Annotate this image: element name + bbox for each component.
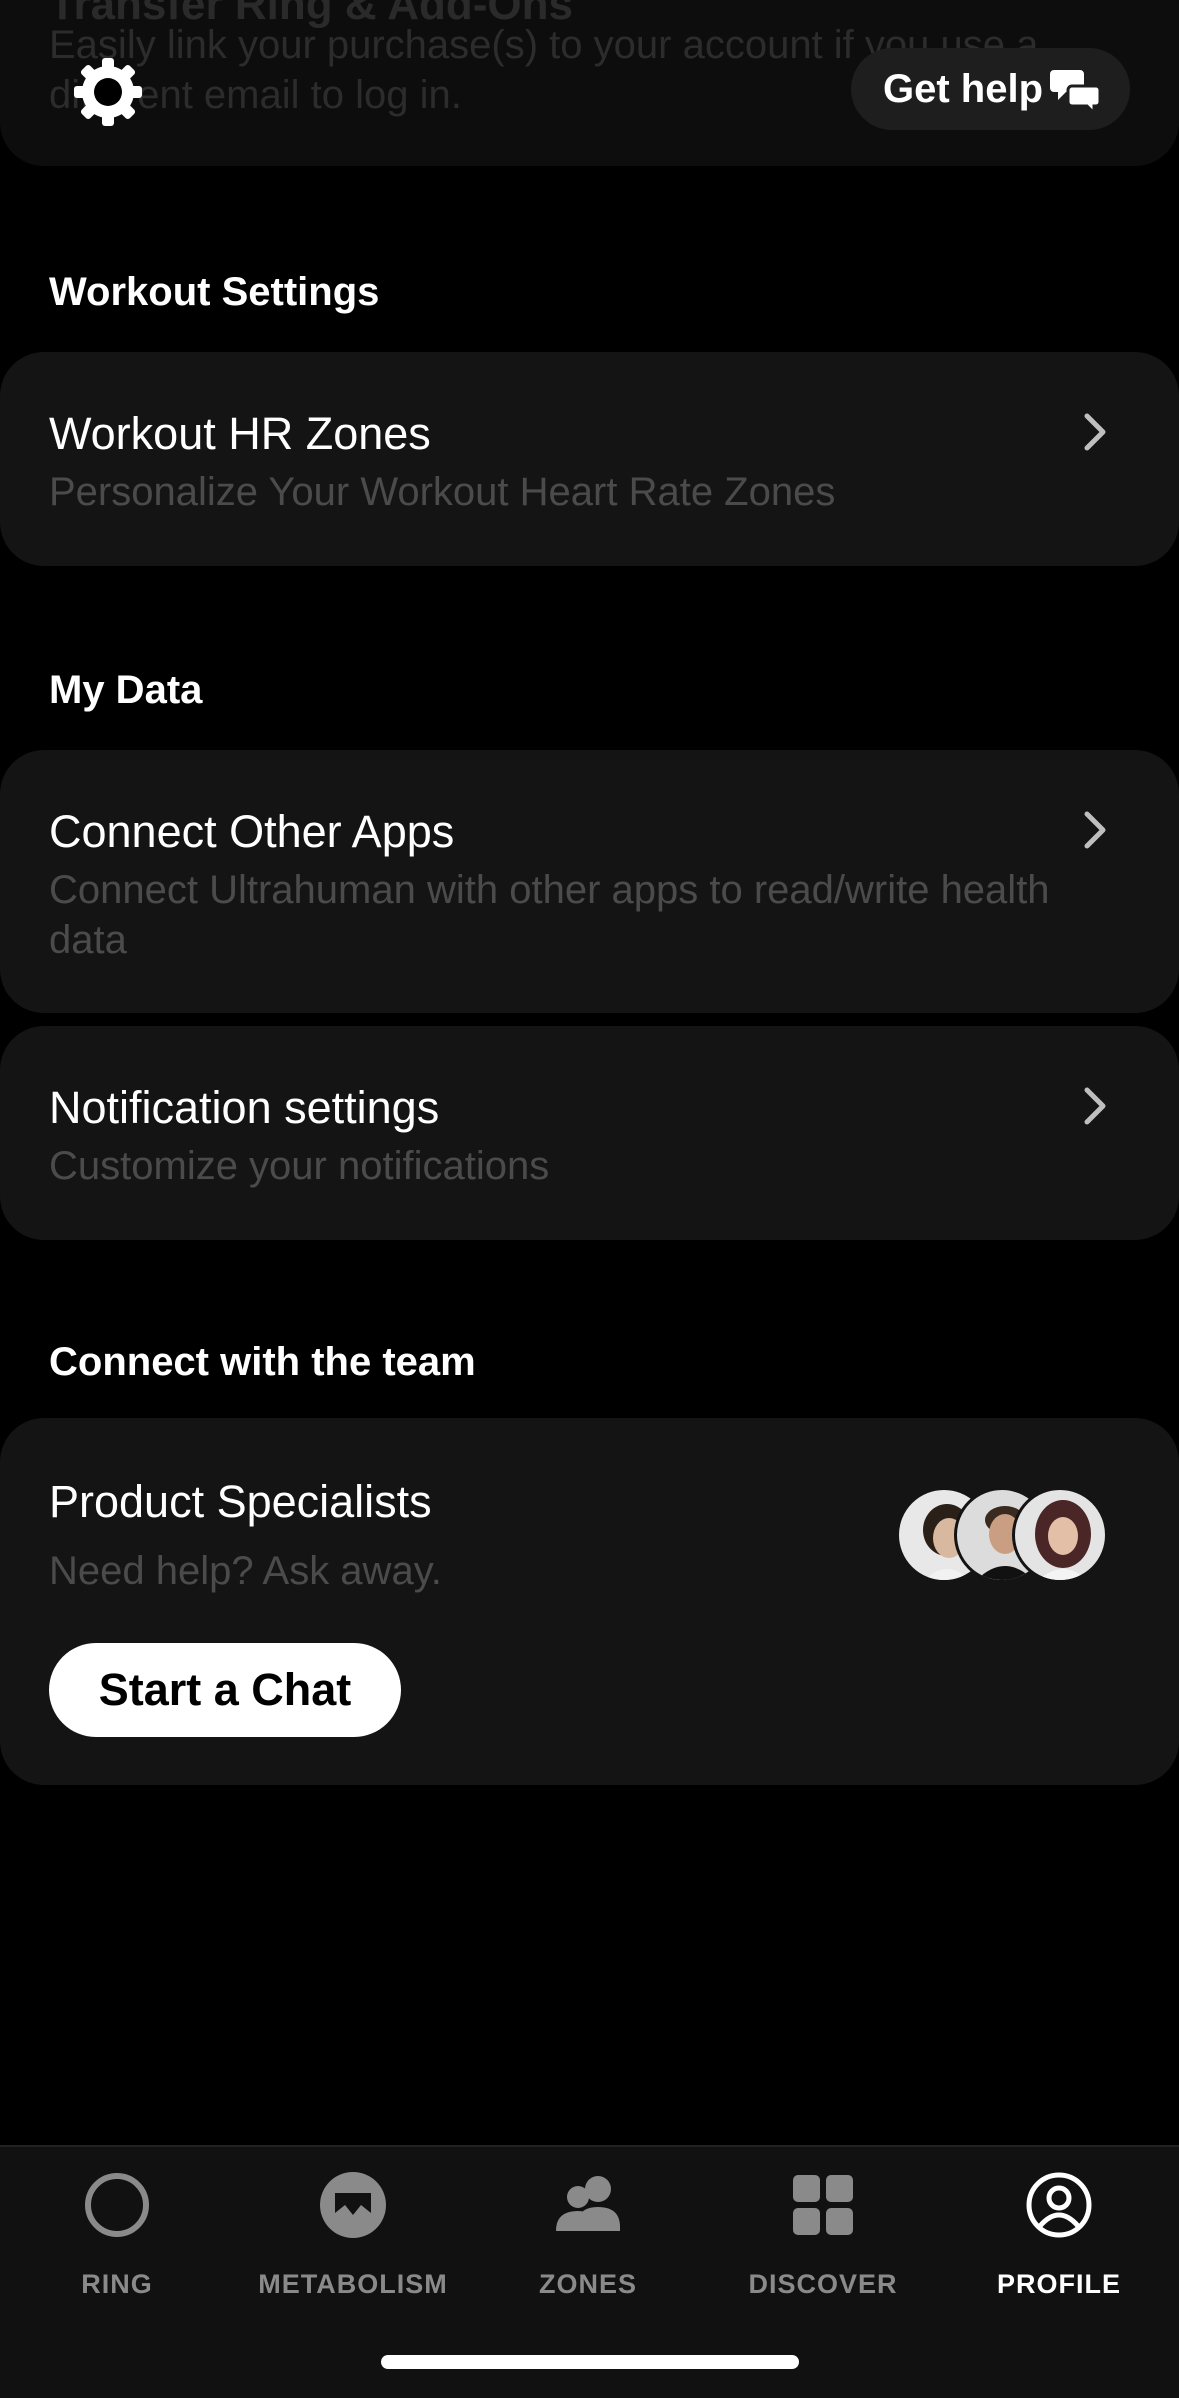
get-help-label: Get help [883, 66, 1044, 111]
notification-settings-subtitle: Customize your notifications [49, 1144, 550, 1188]
workout-hr-zones-card[interactable]: Workout HR Zones Personalize Your Workou… [0, 352, 1179, 566]
workout-settings-heading: Workout Settings [49, 270, 380, 314]
profile-icon [1026, 2172, 1092, 2238]
workout-hr-zones-title: Workout HR Zones [49, 408, 431, 459]
settings-gear-icon[interactable] [72, 56, 144, 128]
connect-team-heading: Connect with the team [49, 1340, 476, 1384]
start-chat-button[interactable]: Start a Chat [49, 1643, 401, 1737]
tab-profile-label: PROFILE [996, 2269, 1121, 2299]
chevron-right-icon [1084, 413, 1106, 451]
notification-settings-card[interactable]: Notification settings Customize your not… [0, 1026, 1179, 1240]
tab-zones[interactable]: ZONES [488, 2147, 688, 2299]
discover-icon [793, 2175, 853, 2235]
tab-discover-label: DISCOVER [748, 2269, 898, 2299]
ring-icon [85, 2173, 149, 2237]
connect-other-apps-subtitle: Connect Ultrahuman with other apps to re… [49, 868, 1050, 962]
chat-bubbles-icon [1050, 70, 1102, 114]
zones-icon [556, 2176, 620, 2231]
tab-ring[interactable]: RING [17, 2147, 217, 2299]
tab-discover[interactable]: DISCOVER [723, 2147, 923, 2299]
connect-other-apps-card[interactable]: Connect Other Apps Connect Ultrahuman wi… [0, 750, 1179, 1013]
connect-other-apps-title: Connect Other Apps [49, 806, 455, 857]
metabolism-icon [320, 2172, 386, 2238]
tab-metabolism[interactable]: METABOLISM [253, 2147, 453, 2299]
workout-hr-zones-subtitle: Personalize Your Workout Heart Rate Zone… [49, 470, 836, 514]
chevron-right-icon [1084, 811, 1106, 849]
tab-ring-label: RING [81, 2269, 153, 2299]
notification-settings-title: Notification settings [49, 1082, 440, 1133]
my-data-heading: My Data [49, 668, 203, 712]
tab-metabolism-label: METABOLISM [258, 2269, 448, 2299]
home-indicator [381, 2355, 799, 2369]
tab-zones-label: ZONES [538, 2269, 637, 2299]
specialist-avatar [1012, 1487, 1108, 1583]
tab-profile[interactable]: PROFILE [959, 2147, 1159, 2299]
product-specialists-title: Product Specialists [49, 1476, 432, 1527]
chevron-right-icon [1084, 1087, 1106, 1125]
product-specialists-subtitle: Need help? Ask away. [49, 1549, 442, 1593]
get-help-button[interactable]: Get help [851, 48, 1130, 130]
